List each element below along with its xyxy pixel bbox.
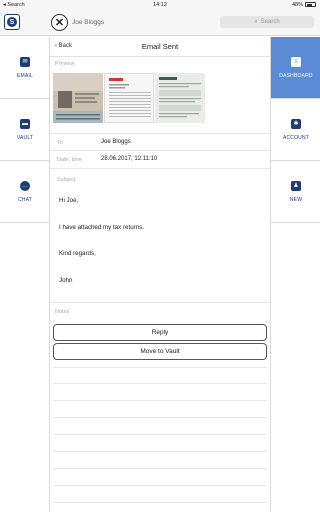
sidebar-item-dashboard[interactable]: ≡ DASHBOARD: [271, 37, 320, 99]
gear-icon: ✱: [291, 118, 301, 129]
subject-label: Subject: [57, 177, 76, 183]
divider: [53, 485, 267, 486]
divider: [53, 502, 267, 503]
divider: [53, 400, 267, 401]
dashboard-icon: ≡: [291, 56, 301, 67]
notes-label: Notes: [55, 309, 70, 315]
app-header: S ✕ Joe Bloggs ⌕ Search: [0, 10, 320, 36]
sidebar-item-label: NEW: [289, 196, 303, 203]
body-closing: Kind regards,: [59, 250, 96, 257]
email-detail-panel: ‹ Back Email Sent Preview To Joe Bloggs …: [50, 37, 270, 512]
sidebar-item-email[interactable]: ✉ EMAIL: [0, 37, 50, 99]
search-icon: ⌕: [254, 18, 258, 25]
status-time: 14:12: [153, 2, 167, 8]
to-row: To Joe Bloggs: [50, 133, 270, 151]
divider: [53, 434, 267, 435]
body-signature: John: [59, 277, 73, 284]
sidebar-item-label: EMAIL: [16, 72, 33, 79]
date-label: Date, time: [57, 157, 83, 163]
sidebar-item-label: CHAT: [17, 196, 33, 203]
date-value: 28.06.2017, 12:11:10: [101, 156, 158, 162]
body-line: I have attached my tax returns.: [59, 224, 144, 231]
attachment-previews: [53, 73, 208, 123]
sidebar-item-label: DASHBOARD: [279, 72, 313, 79]
person-add-icon: ♟: [291, 180, 301, 191]
chat-icon: …: [20, 180, 30, 191]
preview-label: Preview: [55, 61, 75, 67]
battery-icon: [305, 2, 316, 8]
divider: [53, 451, 267, 452]
reply-button[interactable]: Reply: [53, 324, 267, 341]
sidebar-item-account[interactable]: ✱ ACCOUNT: [271, 99, 320, 161]
status-battery: 48%: [292, 2, 316, 8]
divider: [50, 302, 270, 303]
envelope-icon: ✉: [20, 56, 30, 67]
folder-icon: ▬: [20, 118, 30, 129]
right-sidebar: ≡ DASHBOARD ✱ ACCOUNT ♟ NEW: [270, 37, 320, 512]
to-value: Joe Bloggs: [101, 139, 131, 145]
title-bar: ‹ Back Email Sent: [50, 37, 270, 57]
date-row: Date, time 28.06.2017, 12:11:10: [50, 151, 270, 169]
sidebar-item-label: ACCOUNT: [282, 134, 310, 141]
left-sidebar: ✉ EMAIL ▬ VAULT … CHAT: [0, 37, 50, 512]
divider: [53, 468, 267, 469]
sidebar-item-new[interactable]: ♟ NEW: [271, 161, 320, 223]
body-greeting: Hi Joe,: [59, 197, 79, 204]
user-name: Joe Bloggs: [72, 18, 105, 26]
attachment-thumbnail-passport[interactable]: [53, 73, 103, 123]
logo-icon: S: [7, 17, 17, 27]
to-label: To: [57, 140, 63, 146]
divider: [53, 417, 267, 418]
divider: [53, 367, 267, 368]
close-icon[interactable]: ✕: [51, 14, 68, 31]
search-placeholder: Search: [260, 19, 280, 25]
move-to-vault-button[interactable]: Move to Vault: [53, 343, 267, 360]
app-logo[interactable]: S: [4, 14, 20, 30]
subject-row: Subject: [50, 169, 270, 187]
sidebar-item-vault[interactable]: ▬ VAULT: [0, 99, 50, 161]
divider: [53, 383, 267, 384]
attachment-thumbnail-bank-statement[interactable]: [104, 73, 154, 123]
page-title: Email Sent: [141, 42, 179, 51]
sidebar-item-chat[interactable]: … CHAT: [0, 161, 50, 223]
status-bar: ◂ Search 14:12 48%: [0, 0, 320, 10]
search-input[interactable]: ⌕ Search: [220, 16, 314, 28]
sidebar-item-label: VAULT: [16, 134, 34, 141]
attachment-thumbnail-tax-return[interactable]: [155, 73, 205, 123]
